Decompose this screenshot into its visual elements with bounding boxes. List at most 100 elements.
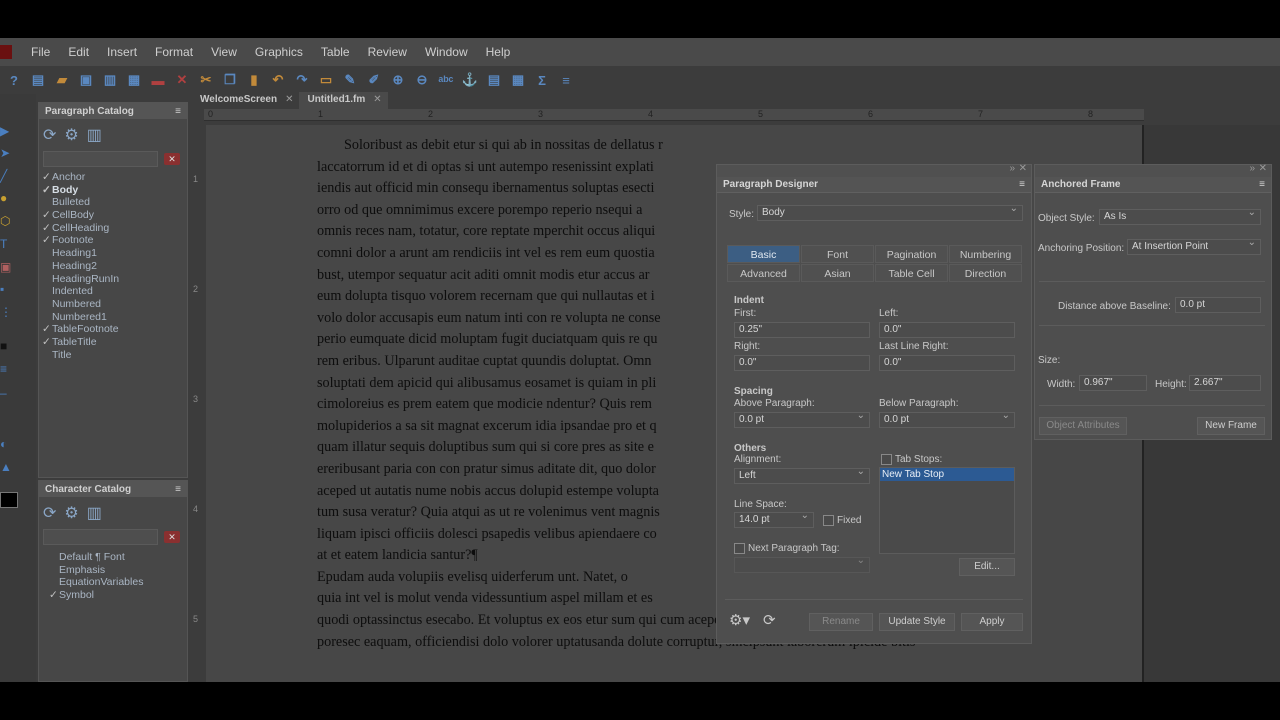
horizontal-ruler[interactable]: 0 1 2 3 4 5 6 7 8 — [204, 109, 1144, 121]
delete-icon[interactable]: ▥ — [87, 503, 102, 523]
settings-gear-icon[interactable]: ⚙▾ — [729, 611, 750, 629]
menu-edit[interactable]: Edit — [59, 45, 98, 59]
close-tab-icon[interactable]: ✕ — [285, 94, 293, 109]
paragraph-tag-item[interactable]: ✓Footnote — [42, 234, 187, 247]
tab-font[interactable]: Font — [801, 245, 874, 263]
height-input[interactable]: 2.667" — [1189, 375, 1261, 391]
open-icon[interactable]: ▰ — [52, 70, 72, 90]
tab-stops-list[interactable]: New Tab Stop — [879, 467, 1015, 554]
object-style-select[interactable]: As Is — [1099, 207, 1261, 225]
rename-button[interactable]: Rename — [809, 613, 873, 631]
style-select[interactable]: Body — [757, 203, 1023, 221]
next-paragraph-tag-checkbox[interactable] — [734, 543, 745, 554]
anchoring-position-select[interactable]: At Insertion Point — [1127, 237, 1261, 255]
paragraph-tag-item[interactable]: ✓CellHeading — [42, 222, 187, 235]
select-object-icon[interactable]: ➤ — [0, 146, 14, 160]
tab-table-cell[interactable]: Table Cell — [875, 264, 948, 282]
collapse-icon[interactable]: » — [1249, 163, 1255, 174]
panel-menu-icon[interactable]: ≡ — [175, 106, 181, 117]
refresh-icon[interactable]: ⟳ — [763, 611, 776, 629]
object-attributes-button[interactable]: Object Attributes — [1039, 417, 1127, 435]
paragraph-tag-item[interactable]: ✓TableFootnote — [42, 323, 187, 336]
print-icon[interactable]: ▦ — [124, 70, 144, 90]
tab-numbering[interactable]: Numbering — [949, 245, 1022, 263]
insert-frame-icon[interactable]: ▭ — [316, 70, 336, 90]
alignment-select[interactable]: Left — [734, 466, 870, 484]
first-indent-input[interactable]: 0.25" — [734, 322, 870, 338]
new-frame-button[interactable]: New Frame — [1197, 417, 1265, 435]
paragraph-tag-item[interactable]: Bulleted — [42, 196, 187, 209]
panel-menu-icon[interactable]: ≡ — [175, 484, 181, 495]
stack-icon[interactable]: ▲ — [0, 460, 14, 474]
zoom-in-icon[interactable]: ⊕ — [388, 70, 408, 90]
table-icon[interactable]: ▦ — [508, 70, 528, 90]
lock-icon[interactable]: ▬ — [148, 70, 168, 90]
search-input[interactable] — [43, 151, 158, 167]
save-icon[interactable]: ▣ — [76, 70, 96, 90]
right-indent-input[interactable]: 0.0" — [734, 355, 870, 371]
paragraph-tag-item[interactable]: ✓TableTitle — [42, 336, 187, 349]
tab-stops-checkbox[interactable] — [881, 454, 892, 465]
search-input[interactable] — [43, 529, 158, 545]
cut-icon[interactable]: ✂ — [196, 70, 216, 90]
save-all-icon[interactable]: ▥ — [100, 70, 120, 90]
menu-view[interactable]: View — [202, 45, 246, 59]
tab-welcomescreen[interactable]: WelcomeScreen ✕ — [192, 92, 299, 109]
text-frame-icon[interactable]: ▤ — [484, 70, 504, 90]
width-input[interactable]: 0.967" — [1079, 375, 1147, 391]
menu-table[interactable]: Table — [312, 45, 359, 59]
new-icon[interactable]: ▤ — [28, 70, 48, 90]
paragraph-tag-item[interactable]: Numbered1 — [42, 311, 187, 324]
menu-window[interactable]: Window — [416, 45, 477, 59]
character-tag-item[interactable]: ✓Symbol — [49, 589, 187, 602]
refresh-icon[interactable]: ⟳ — [43, 125, 56, 145]
paragraph-tag-item[interactable]: HeadingRunIn — [42, 273, 187, 286]
abc-icon[interactable]: ᵃᵇᶜ — [436, 70, 456, 90]
close-icon[interactable]: ✕ — [172, 70, 192, 90]
line-tool-icon[interactable]: ╱ — [0, 169, 14, 183]
below-paragraph-select[interactable]: 0.0 pt — [879, 410, 1015, 428]
tab-direction[interactable]: Direction — [949, 264, 1022, 282]
frame-tool-icon[interactable]: ▪ — [0, 282, 14, 296]
help-icon[interactable]: ? — [4, 70, 24, 90]
refresh-icon[interactable]: ⟳ — [43, 503, 56, 523]
fixed-checkbox[interactable] — [823, 515, 834, 526]
line-end-icon[interactable]: – — [0, 386, 14, 400]
menu-format[interactable]: Format — [146, 45, 202, 59]
paragraph-tag-item[interactable]: Title — [42, 349, 187, 362]
paragraph-tag-item[interactable]: ✓CellBody — [42, 209, 187, 222]
last-line-right-input[interactable]: 0.0" — [879, 355, 1015, 371]
menu-file[interactable]: File — [22, 45, 59, 59]
paragraph-tag-item[interactable]: Heading1 — [42, 247, 187, 260]
image-tool-icon[interactable]: ▣ — [0, 260, 14, 274]
left-indent-input[interactable]: 0.0" — [879, 322, 1015, 338]
zoom-out-icon[interactable]: ⊖ — [412, 70, 432, 90]
tab-stop-item[interactable]: New Tab Stop — [880, 468, 1014, 481]
distance-above-baseline-input[interactable]: 0.0 pt — [1175, 297, 1261, 313]
paste-icon[interactable]: ▮ — [244, 70, 264, 90]
paragraph-tag-item[interactable]: ✓Body — [42, 184, 187, 197]
copy-icon[interactable]: ❐ — [220, 70, 240, 90]
spelling-icon[interactable]: ✎ — [340, 70, 360, 90]
clear-search-icon[interactable]: ✕ — [164, 153, 180, 165]
character-tag-item[interactable]: EquationVariables — [49, 576, 187, 589]
delete-icon[interactable]: ▥ — [87, 125, 102, 145]
menu-insert[interactable]: Insert — [98, 45, 146, 59]
tab-untitled1[interactable]: Untitled1.fm ✕ — [299, 92, 388, 109]
color-swatch-icon[interactable] — [0, 492, 18, 508]
menu-review[interactable]: Review — [359, 45, 416, 59]
panel-menu-icon[interactable]: ≡ — [1259, 179, 1265, 190]
character-tag-item[interactable]: Default ¶ Font — [49, 551, 187, 564]
next-paragraph-tag-select[interactable] — [734, 555, 870, 573]
update-style-button[interactable]: Update Style — [879, 613, 955, 631]
line-width-icon[interactable]: ≡ — [0, 362, 14, 376]
gear-icon[interactable]: ⚙ — [64, 125, 78, 145]
tab-asian[interactable]: Asian — [801, 264, 874, 282]
select-arrow-icon[interactable]: ▶ — [0, 124, 14, 138]
above-paragraph-select[interactable]: 0.0 pt — [734, 410, 870, 428]
paragraph-tag-item[interactable]: Numbered — [42, 298, 187, 311]
text-line[interactable]: Soloribust as debit etur si qui ab in no… — [317, 135, 1037, 157]
paragraph-tag-item[interactable]: ✓Anchor — [42, 171, 187, 184]
text-tool-icon[interactable]: T — [0, 237, 14, 251]
oval-tool-icon[interactable]: ● — [0, 191, 14, 205]
